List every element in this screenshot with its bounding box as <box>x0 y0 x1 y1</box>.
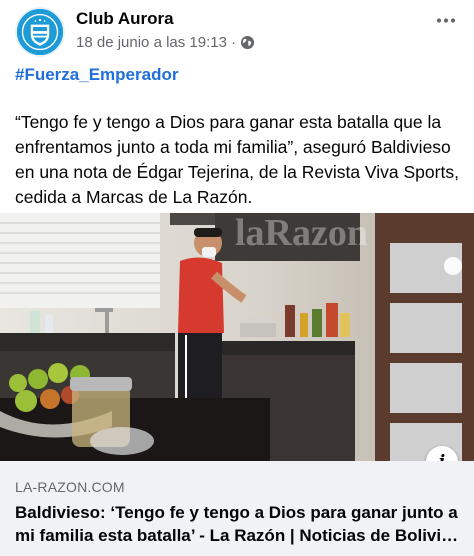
watermark-text: laRazon <box>235 213 368 254</box>
page-name[interactable]: Club Aurora <box>76 9 174 29</box>
page-avatar[interactable] <box>15 7 65 57</box>
link-preview-card[interactable]: LA-RAZON.COM Baldivieso: ‘Tengo fe y ten… <box>0 461 474 556</box>
post-text: “Tengo fe y tengo a Dios para ganar esta… <box>15 112 459 207</box>
globe-icon <box>240 35 255 50</box>
more-options-button[interactable] <box>432 10 460 30</box>
club-crest-icon <box>17 9 63 55</box>
post-header: Club Aurora 18 de junio a las 19:13 · <box>0 0 474 60</box>
link-domain: LA-RAZON.COM <box>15 479 125 495</box>
kitchen-photo: laRazon <box>0 213 474 461</box>
more-horizontal-icon <box>436 17 456 23</box>
meta-separator: · <box>230 34 236 51</box>
link-preview-image[interactable]: laRazon <box>0 213 474 461</box>
link-title: Baldivieso: ‘Tengo fe y tengo a Dios par… <box>15 503 465 545</box>
post-timestamp[interactable]: 18 de junio a las 19:13 <box>76 34 227 51</box>
hashtag-link[interactable]: #Fuerza_Emperador <box>15 65 178 85</box>
post-meta: 18 de junio a las 19:13 · <box>76 34 255 51</box>
